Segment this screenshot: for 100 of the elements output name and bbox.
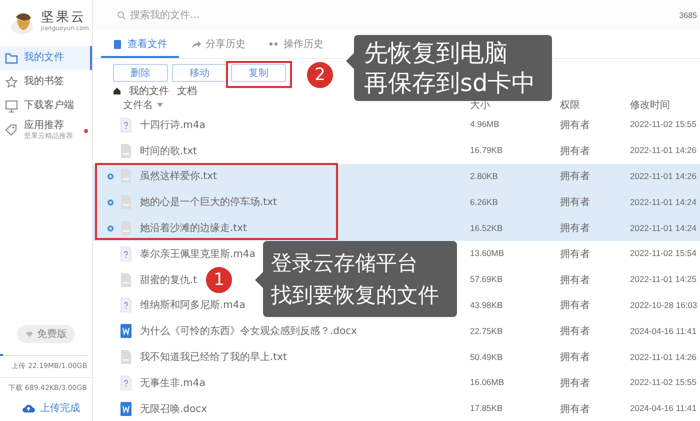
modified-time: 2022-11-01 14:24: [630, 222, 696, 233]
sidebar-item[interactable]: 我的书签: [0, 70, 92, 94]
tab[interactable]: 操作历史: [257, 32, 335, 58]
text-file-icon: [120, 349, 132, 366]
item-label: 应用推荐: [24, 120, 65, 132]
cloud-upload-icon: [22, 403, 35, 413]
action-button[interactable]: 复制: [231, 64, 286, 82]
item-label: 我的文件: [24, 52, 64, 64]
storage-number: 3685: [679, 10, 697, 20]
breadcrumb-link[interactable]: 文档: [177, 84, 197, 98]
file-name[interactable]: 无事生非.m4a: [140, 376, 206, 390]
file-name[interactable]: 泰尔亲王佩里克里斯.m4a: [140, 246, 256, 261]
file-permission: 拥有者: [560, 223, 590, 234]
diamond-icon: [25, 330, 34, 338]
sidebar-item[interactable]: 下载客户端: [0, 94, 92, 118]
text-file-icon: [120, 194, 132, 210]
file-name[interactable]: 她沿着沙滩的边缘走.txt: [140, 221, 247, 236]
modified-time: 2022-11-01 14:26: [630, 170, 696, 181]
file-permission: 拥有者: [560, 352, 590, 364]
file-permission: 拥有者: [560, 326, 590, 338]
file-name[interactable]: 时间的歌.txt: [140, 144, 197, 158]
modified-time: 2024-04-16 11:41: [630, 326, 696, 336]
logo-name: 坚果云: [41, 11, 87, 25]
file-size: 22.75KB: [470, 326, 503, 336]
file-size: 16.06MB: [470, 377, 504, 388]
file-permission: 拥有者: [560, 171, 590, 182]
callout-text: 再保存到sd卡中: [364, 68, 537, 98]
breadcrumb-link[interactable]: 我的文件: [129, 84, 169, 98]
file-name[interactable]: 无限召唤.docx: [140, 402, 208, 416]
tab[interactable]: 分享历史: [179, 32, 257, 58]
step-number-badge: 2: [306, 61, 334, 89]
file-name[interactable]: 为什么《可怜的东西》令女观众感到反感？.docx: [140, 324, 358, 338]
document-icon: [112, 38, 122, 50]
file-size: 50.49KB: [470, 352, 503, 362]
file-size: 2.80KB: [470, 170, 498, 181]
column-header: 修改时间: [630, 100, 670, 111]
home-icon: [113, 86, 121, 94]
audio-file-icon: [120, 116, 132, 133]
action-button[interactable]: 移动: [172, 64, 227, 82]
modified-time: 2022-11-01 14:25: [630, 274, 696, 284]
selected-radio-icon: [107, 172, 114, 180]
callout-text: 先恢复到电脑: [364, 38, 509, 68]
file-name[interactable]: 我不知道我已经给了我的早上.txt: [140, 350, 287, 364]
modified-time: 2024-04-16 11:41: [630, 403, 696, 414]
folder-icon: [5, 52, 18, 64]
highlight-frame: [226, 61, 292, 88]
search-icon: [117, 10, 126, 20]
text-file-icon: [120, 272, 132, 288]
file-name[interactable]: 虽然这样爱你.txt: [140, 169, 217, 184]
star-icon: [5, 76, 18, 88]
text-file-icon: [120, 220, 132, 236]
modified-time: 2022-11-01 14:26: [630, 145, 696, 156]
sidebar-item[interactable]: 我的文件: [0, 46, 92, 70]
audio-file-icon: [120, 297, 132, 314]
modified-time: 2022-11-02 15:54: [630, 248, 696, 258]
word-file-icon: [120, 323, 132, 340]
monitor-icon: [5, 100, 18, 112]
modified-time: 2022-11-02 15:55: [630, 119, 696, 130]
file-name[interactable]: 她的心是一个巨大的停车场.txt: [140, 195, 277, 210]
step-number-badge: 1: [205, 266, 233, 294]
item-label: 我的书签: [24, 76, 64, 88]
modified-time: 2022-11-01 14:26: [630, 352, 696, 362]
tab[interactable]: 查看文件: [101, 32, 179, 58]
audio-file-icon: [120, 246, 132, 262]
plan-badge: 免费版: [17, 325, 75, 343]
upload-status[interactable]: 上传完成: [40, 401, 80, 415]
file-permission: 拥有者: [560, 146, 590, 157]
file-size: 16.79KB: [470, 145, 503, 156]
file-name[interactable]: 甜蜜的复仇.t: [140, 272, 198, 287]
file-size: 6.26KB: [470, 196, 498, 207]
file-permission: 拥有者: [560, 197, 590, 208]
file-permission: 拥有者: [560, 120, 590, 131]
share-arrow-icon: [190, 38, 200, 50]
file-size: 13.60MB: [470, 248, 504, 258]
audio-file-icon: [120, 374, 132, 391]
file-name[interactable]: 十四行诗.m4a: [140, 118, 206, 132]
column-header[interactable]: 文件名: [123, 98, 153, 112]
file-name[interactable]: 维纳斯和阿多尼斯.m4a: [140, 298, 246, 312]
file-permission: 拥有者: [560, 378, 590, 389]
file-size: 4.96MB: [470, 119, 500, 130]
file-size: 16.52KB: [470, 222, 503, 233]
text-file-icon: [120, 142, 132, 159]
file-permission: 拥有者: [560, 248, 590, 260]
selected-radio-icon: [107, 198, 114, 206]
callout-text: 登录云存储平台: [271, 250, 419, 277]
modified-time: 2022-11-02 15:55: [630, 377, 696, 388]
file-size: 17.85KB: [470, 403, 503, 414]
modified-time: 2022-10-28 16:03: [630, 300, 698, 310]
file-size: 43.98KB: [470, 300, 503, 310]
text-file-icon: [120, 168, 132, 184]
action-button[interactable]: 删除: [113, 64, 168, 82]
callout-text: 找到要恢复的文件: [271, 282, 440, 309]
file-size: 57.69KB: [470, 274, 503, 284]
word-file-icon: [120, 400, 132, 417]
item-label: 下载客户端: [24, 100, 74, 112]
file-permission: 拥有者: [560, 404, 590, 415]
column-header: 权限: [560, 100, 580, 111]
file-permission: 拥有者: [560, 300, 590, 312]
tag-icon: [5, 124, 18, 136]
selected-radio-icon: [107, 224, 114, 232]
